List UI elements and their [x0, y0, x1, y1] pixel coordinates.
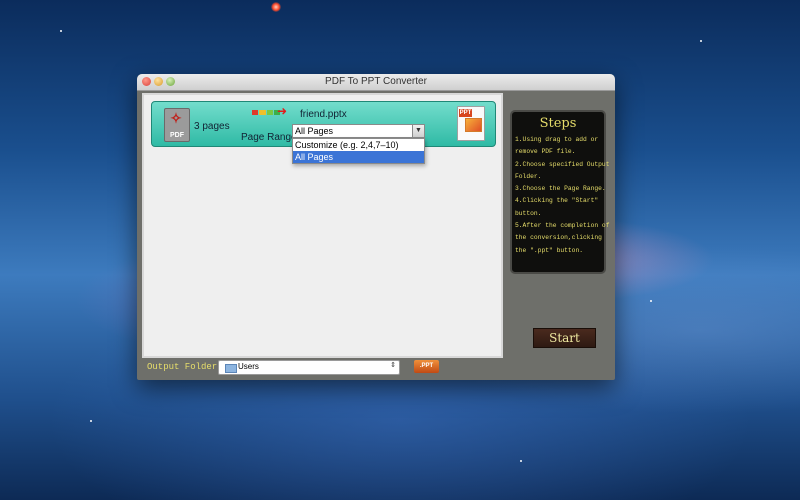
output-folder-select[interactable]: Users ⇕: [218, 360, 400, 375]
ppt-slide-picture-icon: [465, 118, 482, 132]
pdf-file-icon: ✧ PDF: [164, 108, 190, 142]
output-folder-label: Output Folder: [147, 362, 218, 372]
page-range-label: Page Range:: [241, 132, 300, 143]
pdf-acrobat-icon: ✧: [170, 110, 182, 126]
steps-line: Folder.: [515, 172, 542, 180]
chevron-down-icon[interactable]: ▼: [412, 125, 424, 137]
steps-title: Steps: [539, 116, 577, 131]
ppt-icon-tag: PPT: [459, 109, 472, 117]
target-filename: friend.pptx: [300, 109, 347, 120]
steps-line: 1.Using drag to add or: [515, 136, 599, 143]
steps-line: 5.After the completion of: [515, 222, 610, 230]
steps-line: button.: [515, 209, 542, 217]
desktop-star: [650, 300, 652, 302]
steps-line: 3.Choose the Page Range.: [515, 185, 606, 193]
steps-line: 2.Choose specified Output: [515, 160, 610, 168]
pdf-icon-label: PDF: [170, 132, 184, 139]
start-button[interactable]: Start: [533, 328, 596, 348]
desktop-star: [271, 2, 281, 12]
steps-panel: Steps 1.Using drag to add or remove PDF …: [510, 110, 610, 274]
file-list-panel[interactable]: ✧ PDF 3 pages ➜ friend.pptx Page Range: …: [142, 93, 503, 358]
page-count: 3 pages: [194, 121, 230, 132]
window-title: PDF To PPT Converter: [325, 76, 427, 87]
desktop-star: [700, 40, 702, 42]
desktop-star: [520, 460, 522, 462]
open-ppt-button[interactable]: .PPT: [414, 360, 439, 373]
folder-icon: [225, 364, 237, 373]
page-range-option-customize[interactable]: Customize (e.g. 2,4,7–10): [293, 139, 424, 151]
steps-line: the conversion,clicking: [515, 234, 602, 242]
arrow-right-icon: ➜: [277, 104, 288, 118]
steps-line: remove PDF file.: [515, 148, 576, 156]
output-folder-value: Users: [238, 362, 259, 371]
page-range-select[interactable]: All Pages ▼: [292, 124, 425, 138]
desktop-star: [60, 30, 62, 32]
steps-line: the ".ppt" button.: [515, 246, 584, 254]
steps-list: 1.Using drag to add or remove PDF file. …: [515, 134, 610, 257]
ppt-file-icon: PPT: [457, 106, 485, 141]
page-range-option-all-pages[interactable]: All Pages: [293, 151, 424, 163]
progress-segment: [252, 110, 259, 115]
title-bar[interactable]: PDF To PPT Converter: [137, 74, 615, 91]
app-window: PDF To PPT Converter ✧ PDF 3 pages ➜ fri…: [137, 74, 615, 380]
conversion-progress-indicator: [252, 110, 280, 115]
desktop-star: [90, 420, 92, 422]
steps-line: 4.Clicking the "Start": [515, 197, 599, 205]
progress-segment: [259, 110, 266, 115]
progress-segment: [266, 110, 273, 115]
chevron-updown-icon: ⇕: [390, 362, 396, 369]
page-range-dropdown: Customize (e.g. 2,4,7–10) All Pages: [292, 138, 425, 164]
page-range-value[interactable]: All Pages: [295, 125, 333, 137]
